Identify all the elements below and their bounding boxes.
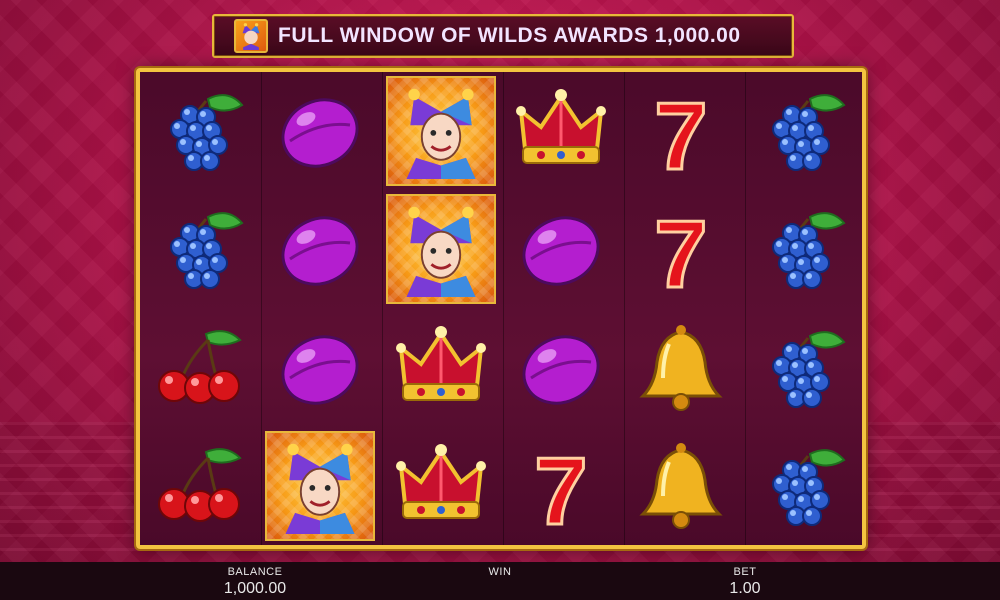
svg-text:7: 7 bbox=[655, 201, 708, 299]
grapes-icon bbox=[752, 81, 852, 181]
footer-bar: BALANCE 1,000.00 WIN BET 1.00 bbox=[0, 562, 1000, 600]
reel-cell bbox=[742, 190, 862, 308]
grapes-icon bbox=[752, 318, 852, 418]
banner-text: FULL WINDOW OF WILDS AWARDS 1,000.00 bbox=[278, 24, 741, 47]
plum-icon bbox=[270, 318, 370, 418]
grapes-icon bbox=[752, 436, 852, 536]
reel-cell bbox=[381, 190, 501, 308]
reel-cell bbox=[140, 427, 260, 545]
balance-label: BALANCE bbox=[227, 566, 283, 578]
reel-cell: 7 bbox=[501, 427, 621, 545]
balance-value: 1,000.00 bbox=[223, 580, 287, 597]
reel-cell bbox=[140, 72, 260, 190]
jester-icon bbox=[234, 19, 268, 53]
reel-cell bbox=[260, 427, 380, 545]
reel-cell bbox=[621, 309, 741, 427]
reel-cell bbox=[742, 309, 862, 427]
grapes-icon bbox=[150, 199, 250, 299]
reel-cell bbox=[501, 190, 621, 308]
svg-text:7: 7 bbox=[655, 83, 708, 181]
reel-cell bbox=[140, 309, 260, 427]
bet-label: BET bbox=[733, 566, 757, 578]
reel-window: 7 7 7 bbox=[136, 68, 866, 549]
reel-cell bbox=[621, 427, 741, 545]
bell-icon bbox=[631, 436, 731, 536]
seven-icon: 7 bbox=[631, 81, 731, 182]
jester-icon bbox=[385, 76, 496, 187]
reel-cell: 7 bbox=[621, 72, 741, 190]
crown-icon bbox=[391, 436, 491, 536]
reel-cell bbox=[381, 309, 501, 427]
balance-display: BALANCE 1,000.00 bbox=[200, 566, 310, 598]
jester-icon bbox=[265, 430, 376, 541]
plum-icon bbox=[511, 318, 611, 418]
crown-icon bbox=[391, 318, 491, 418]
bet-value: 1.00 bbox=[729, 580, 761, 597]
svg-text:7: 7 bbox=[534, 438, 587, 536]
plum-icon bbox=[270, 199, 370, 299]
bell-icon bbox=[631, 318, 731, 418]
wilds-award-banner: FULL WINDOW OF WILDS AWARDS 1,000.00 bbox=[212, 14, 794, 58]
cherries-icon bbox=[150, 318, 250, 418]
cherries-icon bbox=[150, 436, 250, 536]
reel-cell bbox=[742, 427, 862, 545]
reel-cell bbox=[501, 309, 621, 427]
win-label: WIN bbox=[488, 566, 512, 578]
reel-cell bbox=[381, 427, 501, 545]
seven-icon: 7 bbox=[631, 199, 731, 300]
reel-cell bbox=[260, 309, 380, 427]
reel-cell bbox=[742, 72, 862, 190]
bet-display[interactable]: BET 1.00 bbox=[700, 566, 790, 598]
seven-icon: 7 bbox=[511, 436, 611, 536]
reel-cell bbox=[381, 72, 501, 190]
crown-icon bbox=[511, 81, 611, 181]
reel-cell bbox=[501, 72, 621, 190]
grapes-icon bbox=[150, 81, 250, 181]
reel-grid: 7 7 7 bbox=[140, 72, 862, 545]
plum-icon bbox=[270, 81, 370, 181]
reel-cell: 7 bbox=[621, 190, 741, 308]
win-display: WIN bbox=[460, 566, 540, 578]
jester-icon bbox=[385, 194, 496, 305]
reel-cell bbox=[140, 190, 260, 308]
reel-cell bbox=[260, 72, 380, 190]
plum-icon bbox=[511, 199, 611, 299]
reel-cell bbox=[260, 190, 380, 308]
grapes-icon bbox=[752, 199, 852, 299]
